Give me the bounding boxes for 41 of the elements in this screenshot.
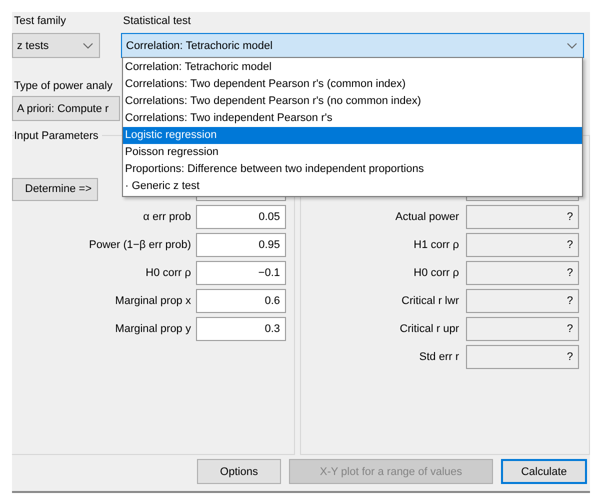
output-field: ? [466,317,579,341]
field-label: Std err r [418,351,459,363]
input-field[interactable]: 0.3 [196,317,286,341]
output-field: ? [466,289,579,313]
field-label: α err prob [142,211,191,223]
field-label: Marginal prop x [114,295,191,307]
output-field: ? [466,233,579,257]
output-field: ? [466,205,579,229]
chevron-icon [83,42,93,48]
group-label: Statistical test [122,14,192,29]
dropdown-option[interactable]: · Generic z test [123,178,582,195]
field-label: Critical r lwr [400,295,459,307]
output-field: ? [466,345,579,369]
output-field: ? [466,261,579,285]
field-label: Power (1−β err prob) [88,239,191,251]
dropdown-option[interactable]: Correlations: Two dependent Pearson r's (no common index) [123,93,582,110]
input-field[interactable]: 0.05 [196,205,286,229]
group-label: Test family [13,14,67,29]
dropdown-option[interactable]: Logistic regression [123,127,582,144]
test-family-dropdown[interactable]: z tests [12,33,100,58]
chevron-icon [567,42,577,48]
action-button[interactable]: Options [197,459,281,484]
field-label: Marginal prop y [114,323,191,335]
dropdown-option[interactable]: Correlations: Two dependent Pearson r's (common index) [123,76,582,93]
field-label: H0 corr ρ [412,267,459,279]
dropdown-option[interactable]: Correlations: Two independent Pearson r's [123,110,582,127]
input-field[interactable]: −0.1 [196,261,286,285]
field-label: Critical r upr [398,323,459,335]
field-label: H0 corr ρ [144,267,191,279]
group-label: Type of power analy [13,79,112,94]
dropdown-option[interactable]: Correlation: Tetrachoric model [123,59,582,76]
input-field[interactable]: 0.95 [196,233,286,257]
action-button[interactable]: Calculate [501,459,587,484]
panel-title: Input Parameters [14,128,102,144]
dropdown-option[interactable]: Proportions: Difference between two independent proportions [123,161,582,178]
field-label: Actual power [394,211,459,223]
input-field[interactable]: 0.6 [196,289,286,313]
dropdown-option[interactable]: Poisson regression [123,144,582,161]
analysis-type-dropdown[interactable]: A priori: Compute r [12,96,120,121]
field-label: H1 corr ρ [412,239,459,251]
determine-button[interactable]: Determine => [12,178,98,200]
